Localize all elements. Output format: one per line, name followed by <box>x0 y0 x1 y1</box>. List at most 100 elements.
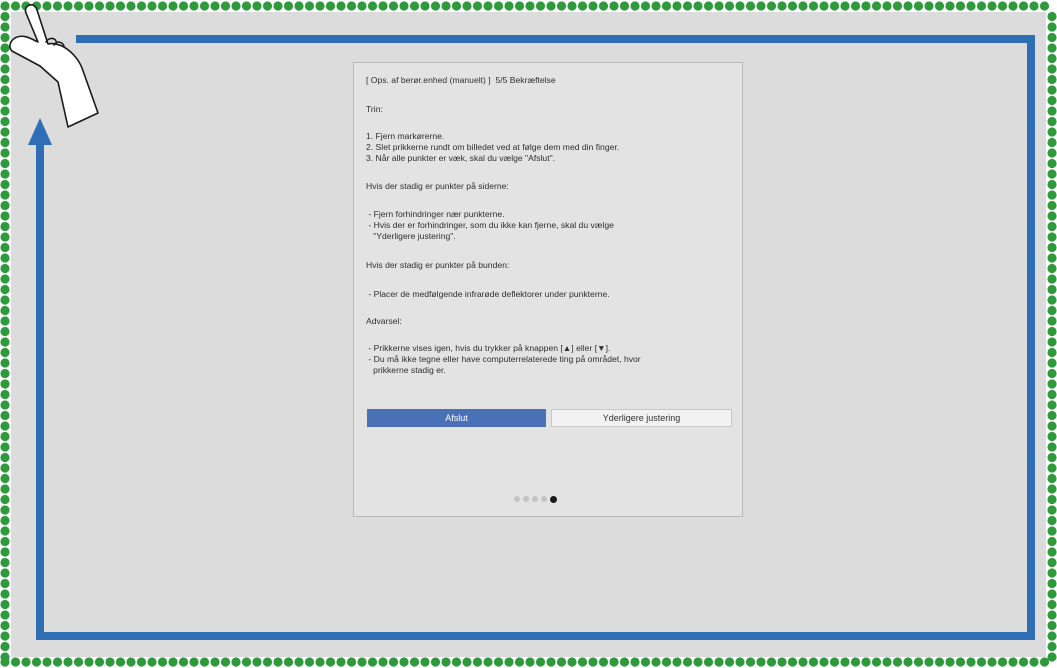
touch-dot <box>1047 631 1057 641</box>
touch-dot <box>367 1 378 11</box>
touch-dot <box>0 53 10 64</box>
touch-dot <box>514 657 525 667</box>
touch-dot <box>0 389 10 400</box>
touch-dot <box>1047 347 1057 358</box>
touch-dot <box>913 657 924 667</box>
touch-dot <box>346 1 357 11</box>
touch-dot <box>1039 657 1050 667</box>
touch-dot <box>0 32 10 43</box>
touch-dot <box>1018 657 1029 667</box>
warning-item: prikkerne stadig er. <box>366 365 446 375</box>
touch-dot <box>903 1 913 11</box>
touch-dot <box>1047 599 1057 610</box>
touch-dot <box>567 657 577 667</box>
bottom-heading: Hvis der stadig er punkter på bunden: <box>366 260 510 270</box>
touch-dot <box>1047 232 1057 242</box>
touch-dot <box>325 657 336 667</box>
touch-dot <box>472 1 483 11</box>
touch-dot <box>315 1 325 11</box>
touch-dot <box>0 253 10 263</box>
touch-dot <box>262 657 273 667</box>
touch-dot <box>1047 95 1057 106</box>
touch-dot <box>1018 1 1029 11</box>
touch-dot <box>504 1 514 11</box>
touch-dot <box>10 1 21 11</box>
touch-dot <box>777 657 787 667</box>
touch-dot <box>1047 53 1057 64</box>
touch-dot <box>189 1 199 11</box>
finish-button[interactable]: Afslut <box>367 409 546 427</box>
touch-dot <box>136 1 147 11</box>
touch-dot <box>703 657 714 667</box>
touch-dot <box>0 473 10 484</box>
touch-dot <box>0 515 10 526</box>
touch-dot <box>882 1 892 11</box>
touch-dot <box>0 263 10 274</box>
touch-dot <box>367 657 378 667</box>
touch-dot <box>0 326 10 337</box>
touch-dot <box>924 1 934 11</box>
touch-dot <box>1047 284 1057 295</box>
steps-heading: Trin: <box>366 104 383 114</box>
touch-dot <box>525 1 535 11</box>
touch-dot <box>430 657 441 667</box>
touch-dot <box>997 1 1008 11</box>
touch-dot <box>241 1 252 11</box>
touch-dot <box>1008 1 1018 11</box>
touch-dot <box>535 657 546 667</box>
touch-dot <box>798 1 808 11</box>
touch-dot <box>1047 221 1057 232</box>
touch-dot <box>1047 547 1057 557</box>
further-adjustment-button[interactable]: Yderligere justering <box>551 409 732 427</box>
touch-dot <box>577 657 588 667</box>
touch-dot <box>325 1 336 11</box>
touch-dot <box>661 657 672 667</box>
touch-dot <box>661 1 672 11</box>
touch-dot <box>1047 64 1057 74</box>
touch-dot <box>105 657 115 667</box>
touch-dot <box>619 1 630 11</box>
touch-dot <box>1047 484 1057 494</box>
touch-dot <box>0 242 10 253</box>
touch-dot <box>220 1 231 11</box>
touch-dot <box>1047 253 1057 263</box>
touch-dot <box>399 1 409 11</box>
touch-dot <box>420 657 430 667</box>
touch-dot <box>0 85 10 95</box>
touch-dot <box>0 295 10 305</box>
touch-dot <box>0 169 10 179</box>
touch-dot <box>0 568 10 578</box>
touch-dot <box>1047 400 1057 410</box>
touch-dot <box>1047 305 1057 316</box>
touch-dot <box>1047 295 1057 305</box>
bottom-item: - Placer de medfølgende infrarøde deflek… <box>366 289 610 299</box>
touch-dot <box>1047 179 1057 190</box>
touch-dot <box>819 1 829 11</box>
touch-dot <box>357 657 367 667</box>
touch-dot <box>1047 515 1057 526</box>
touch-dot <box>0 368 10 379</box>
touch-dot <box>588 657 598 667</box>
touch-dot <box>84 1 94 11</box>
touch-dot <box>966 657 976 667</box>
touch-dot <box>1047 536 1057 547</box>
touch-dot <box>336 1 346 11</box>
touch-dot <box>672 657 682 667</box>
touch-dot <box>808 657 819 667</box>
touch-dot <box>787 657 798 667</box>
touch-dot <box>546 1 556 11</box>
touch-dot <box>1047 211 1057 221</box>
touch-dot <box>1047 74 1057 85</box>
touch-dot <box>1047 589 1057 599</box>
touch-dot <box>0 589 10 599</box>
touch-dot <box>273 657 283 667</box>
touch-dot <box>451 657 462 667</box>
touch-dot <box>619 657 630 667</box>
touch-dot <box>787 1 798 11</box>
touch-dot <box>336 657 346 667</box>
touch-dot <box>1047 22 1057 32</box>
touch-dot <box>1047 452 1057 463</box>
touch-dot <box>882 657 892 667</box>
touch-dot <box>73 1 84 11</box>
touch-dot <box>850 1 861 11</box>
